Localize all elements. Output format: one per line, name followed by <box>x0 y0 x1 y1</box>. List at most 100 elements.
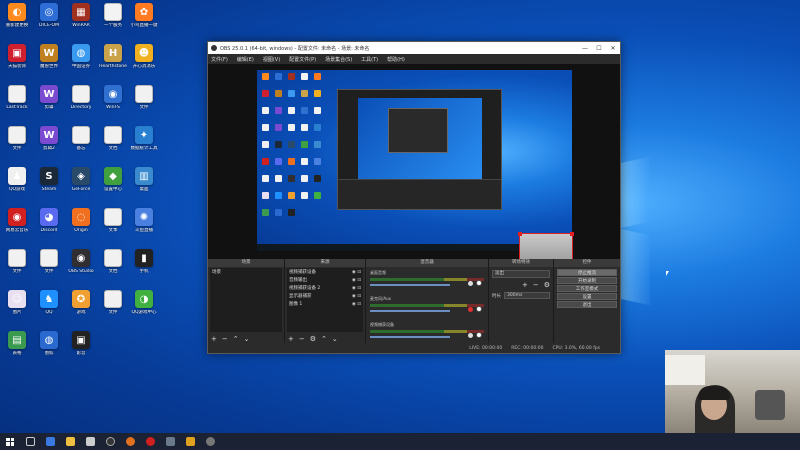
desktop-icon[interactable]: ◉ OBS Studio <box>64 249 98 287</box>
resize-handle[interactable] <box>518 232 522 236</box>
menu-help[interactable]: 帮助(H) <box>387 56 405 63</box>
exit-button[interactable]: 退出 <box>557 301 617 308</box>
gear-icon[interactable] <box>476 280 482 286</box>
menu-view[interactable]: 视图(V) <box>263 56 280 63</box>
settings-button[interactable]: 设置 <box>557 293 617 300</box>
volume-slider[interactable] <box>370 310 450 312</box>
desktop-icon[interactable]: 文档 <box>96 126 130 164</box>
transition-select[interactable]: 淡出 <box>492 270 550 278</box>
desktop-icon[interactable]: ▤ 表格 <box>0 331 34 369</box>
start-recording-button[interactable]: 开始录制 <box>557 277 617 284</box>
browser-icon[interactable] <box>40 433 60 450</box>
desktop-icon[interactable]: ✺ 斗鱼直播 <box>127 208 161 246</box>
desktop-icon[interactable]: 文档 <box>96 249 130 287</box>
desktop-icon[interactable]: ◑ QQ游戏中心 <box>127 290 161 328</box>
speaker-icon[interactable] <box>468 333 473 338</box>
chevron-up-icon[interactable]: ⌃ <box>321 335 327 343</box>
desktop-icon[interactable]: ◉ WinFS <box>96 85 130 123</box>
speaker-icon[interactable] <box>468 281 473 286</box>
desktop-icon[interactable]: ▦ WinRAR <box>64 3 98 41</box>
chevron-down-icon[interactable]: ⌄ <box>244 335 250 343</box>
menu-edit[interactable]: 编辑(E) <box>237 56 254 63</box>
speaker-muted-icon[interactable] <box>468 307 473 312</box>
desktop-icon[interactable]: 文件 <box>127 85 161 123</box>
maximize-button[interactable]: ☐ <box>592 45 606 52</box>
desktop-icon[interactable]: ✦ 数据统计工具 <box>127 126 161 164</box>
start-button[interactable] <box>0 433 20 450</box>
desktop-icon[interactable]: ◍ 中国证券 <box>64 44 98 82</box>
desktop-icon[interactable]: ▣ 影音 <box>64 331 98 369</box>
menu-scene-collection[interactable]: 场景集合(S) <box>325 56 352 63</box>
desktop-icon[interactable]: ▮ 手机 <box>127 249 161 287</box>
source-item[interactable]: 图像 1 ◉ ⊡ <box>287 300 363 308</box>
desktop-icon[interactable]: W 剪辑 <box>32 85 66 123</box>
desktop-icon[interactable]: S Steam <box>32 167 66 205</box>
gear-icon[interactable] <box>476 332 482 338</box>
desktop-icon[interactable]: ▣ 天猫装饰 <box>0 44 34 82</box>
resize-handle[interactable] <box>570 232 574 236</box>
desktop-icon[interactable]: ◌ Origin <box>64 208 98 246</box>
desktop-icon[interactable]: ◆ 设置中心 <box>96 167 130 205</box>
desktop-icon[interactable]: 文件 <box>0 249 34 287</box>
source-item[interactable]: 音频输出 ◉ ⊡ <box>287 276 363 284</box>
source-item[interactable]: 视频捕获设备 ◉ ⊡ <box>287 268 363 276</box>
studio-mode-button[interactable]: 工作室模式 <box>557 285 617 292</box>
netease-icon[interactable] <box>140 433 160 450</box>
desktop-icon[interactable]: ✿ 小鸟直播一键 <box>127 3 161 41</box>
desktop-icon[interactable]: ◍ 图标 <box>32 331 66 369</box>
remove-icon[interactable]: − <box>299 335 305 343</box>
desktop-icon[interactable]: ◐ 重新建更换 <box>0 3 34 41</box>
chevron-up-icon[interactable]: ⌃ <box>233 335 239 343</box>
source-item[interactable]: 视频捕获设备 2 ◉ ⊡ <box>287 284 363 292</box>
menu-file[interactable]: 文件(F) <box>211 56 228 63</box>
desktop-icon[interactable]: ✪ 游戏 <box>64 290 98 328</box>
volume-slider[interactable] <box>370 284 450 286</box>
desktop-icon[interactable]: 文件 <box>32 249 66 287</box>
clock-icon[interactable] <box>200 433 220 450</box>
desktop-icon[interactable]: ☺ 图片 <box>0 290 34 328</box>
add-icon[interactable]: + <box>288 335 294 343</box>
remove-icon[interactable]: − <box>222 335 228 343</box>
desktop-icon[interactable]: ♟ QQ游戏 <box>0 167 34 205</box>
gear-icon[interactable]: ⚙ <box>544 281 550 289</box>
store-icon[interactable] <box>80 433 100 450</box>
desktop-icon[interactable]: LastTrack <box>0 85 34 123</box>
preview-canvas[interactable] <box>257 70 572 251</box>
desktop-icon[interactable]: ☻ 开心消消乐 <box>127 44 161 82</box>
desktop-icon[interactable]: W 魔兽世界 <box>32 44 66 82</box>
folder-icon[interactable] <box>60 433 80 450</box>
desktop-icon[interactable]: 文件 <box>0 126 34 164</box>
gear-icon[interactable] <box>476 306 482 312</box>
add-icon[interactable]: + <box>211 335 217 343</box>
gear-icon[interactable]: ⚙ <box>310 335 316 343</box>
desktop-icon[interactable]: ▥ 桌面 <box>127 167 161 205</box>
desktop-icon[interactable]: 一个服务 <box>96 3 130 41</box>
obs-titlebar[interactable]: OBS 25.0.1 (64-bit, windows) - 配置文件: 未命名… <box>208 42 620 54</box>
desktop-icon[interactable]: 文件 <box>96 290 130 328</box>
minimize-button[interactable]: — <box>578 45 592 52</box>
close-button[interactable]: ✕ <box>606 45 620 52</box>
steam-icon[interactable] <box>160 433 180 450</box>
desktop-icon[interactable]: ◉ 网易云音乐 <box>0 208 34 246</box>
desktop-icon[interactable]: 备忘 <box>64 126 98 164</box>
desktop-icon[interactable]: 文本 <box>96 208 130 246</box>
scene-item[interactable]: 场景 <box>210 268 282 276</box>
obs-taskbar-icon[interactable] <box>100 433 120 450</box>
source-item[interactable]: 显示器捕获 ◉ ⊡ <box>287 292 363 300</box>
game-icon[interactable] <box>180 433 200 450</box>
add-icon[interactable]: + <box>522 281 528 289</box>
remove-icon[interactable]: − <box>533 281 539 289</box>
stop-streaming-button[interactable]: 停止推流 <box>557 269 617 276</box>
desktop-icon[interactable]: W 剪辑2 <box>32 126 66 164</box>
menu-tools[interactable]: 工具(T) <box>361 56 378 63</box>
desktop-icon[interactable]: ◕ Discord <box>32 208 66 246</box>
desktop-icon[interactable]: Directory <box>64 85 98 123</box>
volume-slider[interactable] <box>370 336 450 338</box>
desktop-icon[interactable]: ◎ DICE-OM <box>32 3 66 41</box>
chevron-down-icon[interactable]: ⌄ <box>332 335 338 343</box>
menu-profile[interactable]: 配置文件(P) <box>289 56 316 63</box>
desktop-icon[interactable]: H Hearthstone <box>96 44 130 82</box>
desktop-icon[interactable]: ♞ QQ <box>32 290 66 328</box>
desktop-icon[interactable]: ◈ GeForce <box>64 167 98 205</box>
media-icon[interactable] <box>120 433 140 450</box>
